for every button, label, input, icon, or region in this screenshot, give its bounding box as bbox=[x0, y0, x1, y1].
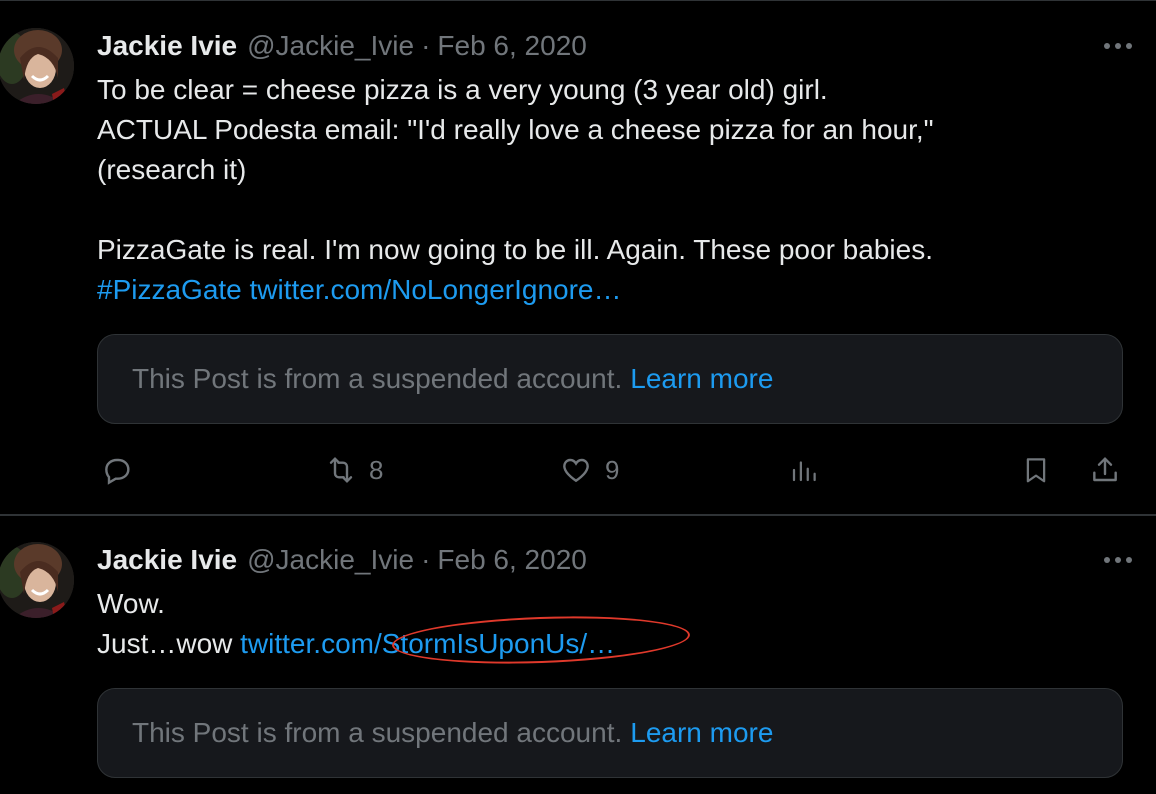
tweet-text-line: ACTUAL Podesta email: "I'd really love a… bbox=[97, 114, 934, 145]
avatar[interactable] bbox=[0, 542, 74, 618]
tweet-text-line: Wow. bbox=[97, 588, 165, 619]
author-handle[interactable]: @Jackie_Ivie bbox=[247, 544, 414, 576]
bookmark-button[interactable] bbox=[1021, 448, 1051, 492]
suspended-message: This Post is from a suspended account. bbox=[132, 363, 623, 394]
quoted-url-link[interactable]: twitter.com/StormIsUponUs/… bbox=[240, 628, 615, 659]
learn-more-link[interactable]: Learn more bbox=[630, 363, 773, 395]
suspended-post-card: This Post is from a suspended account. L… bbox=[97, 688, 1123, 778]
tweet[interactable]: Jackie Ivie @Jackie_Ivie · Feb 6, 2020 W… bbox=[0, 516, 1156, 794]
author-name[interactable]: Jackie Ivie bbox=[97, 544, 237, 576]
author-name[interactable]: Jackie Ivie bbox=[97, 30, 237, 62]
quoted-url-link[interactable]: twitter.com/NoLongerIgnore… bbox=[250, 274, 622, 305]
tweet-text-line: To be clear = cheese pizza is a very you… bbox=[97, 74, 828, 105]
suspended-post-card: This Post is from a suspended account. L… bbox=[97, 334, 1123, 424]
tweet-header: Jackie Ivie @Jackie_Ivie · Feb 6, 2020 bbox=[97, 542, 587, 578]
views-button[interactable] bbox=[789, 448, 819, 492]
avatar[interactable] bbox=[0, 28, 74, 104]
bookmark-icon bbox=[1021, 454, 1051, 486]
reply-icon bbox=[101, 454, 133, 486]
heart-icon bbox=[559, 454, 593, 486]
learn-more-link[interactable]: Learn more bbox=[630, 717, 773, 749]
tweet-date[interactable]: Feb 6, 2020 bbox=[437, 30, 586, 62]
like-button[interactable]: 9 bbox=[559, 448, 619, 492]
share-button[interactable] bbox=[1089, 448, 1121, 492]
more-horizontal-icon[interactable] bbox=[1100, 28, 1136, 64]
tweet-text: Wow. Just…wow twitter.com/StormIsUponUs/… bbox=[97, 584, 1127, 664]
tweet-header: Jackie Ivie @Jackie_Ivie · Feb 6, 2020 bbox=[97, 28, 587, 64]
tweet-text-links-line: Just…wow twitter.com/StormIsUponUs/… bbox=[97, 624, 1127, 664]
hashtag-link[interactable]: #PizzaGate bbox=[97, 274, 242, 305]
analytics-icon bbox=[789, 455, 819, 485]
tweet-text: To be clear = cheese pizza is a very you… bbox=[97, 70, 1127, 310]
tweet-text-links-line: #PizzaGate twitter.com/NoLongerIgnore… bbox=[97, 270, 1127, 310]
share-icon bbox=[1089, 454, 1121, 486]
retweet-icon bbox=[325, 454, 357, 486]
retweet-button[interactable]: 8 bbox=[325, 448, 383, 492]
tweet-text-line: PizzaGate is real. I'm now going to be i… bbox=[97, 234, 933, 265]
author-handle[interactable]: @Jackie_Ivie bbox=[247, 30, 414, 62]
like-count: 9 bbox=[605, 454, 620, 485]
tweet-date[interactable]: Feb 6, 2020 bbox=[437, 544, 586, 576]
suspended-message: This Post is from a suspended account. bbox=[132, 717, 623, 748]
retweet-count: 8 bbox=[369, 454, 384, 485]
more-horizontal-icon[interactable] bbox=[1100, 542, 1136, 578]
tweet-text-prefix: Just…wow bbox=[97, 628, 241, 659]
tweet-actions: 8 9 bbox=[97, 448, 1127, 492]
reply-button[interactable] bbox=[101, 448, 133, 492]
tweet-text-line: (research it) bbox=[97, 154, 247, 185]
separator-dot: · bbox=[421, 544, 431, 575]
separator-dot: · bbox=[421, 30, 431, 61]
tweet[interactable]: Jackie Ivie @Jackie_Ivie · Feb 6, 2020 T… bbox=[0, 0, 1156, 516]
